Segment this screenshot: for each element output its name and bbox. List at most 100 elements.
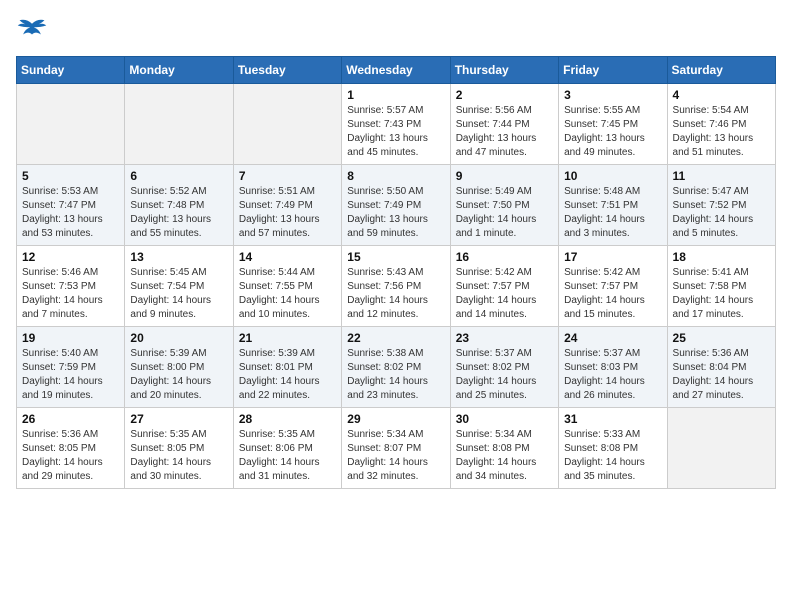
day-info: Sunrise: 5:51 AM Sunset: 7:49 PM Dayligh… xyxy=(239,185,336,241)
weekday-header-saturday: Saturday xyxy=(667,57,775,84)
day-info: Sunrise: 5:57 AM Sunset: 7:43 PM Dayligh… xyxy=(347,104,444,160)
logo-icon xyxy=(16,16,48,44)
day-info: Sunrise: 5:42 AM Sunset: 7:57 PM Dayligh… xyxy=(456,266,553,322)
day-info: Sunrise: 5:56 AM Sunset: 7:44 PM Dayligh… xyxy=(456,104,553,160)
weekday-header-monday: Monday xyxy=(125,57,233,84)
day-info: Sunrise: 5:44 AM Sunset: 7:55 PM Dayligh… xyxy=(239,266,336,322)
weekday-header-sunday: Sunday xyxy=(17,57,125,84)
day-info: Sunrise: 5:52 AM Sunset: 7:48 PM Dayligh… xyxy=(130,185,227,241)
calendar-cell xyxy=(233,84,341,165)
calendar-header-row: SundayMondayTuesdayWednesdayThursdayFrid… xyxy=(17,57,776,84)
day-number: 18 xyxy=(673,250,770,264)
day-info: Sunrise: 5:45 AM Sunset: 7:54 PM Dayligh… xyxy=(130,266,227,322)
calendar-cell: 6Sunrise: 5:52 AM Sunset: 7:48 PM Daylig… xyxy=(125,165,233,246)
weekday-header-thursday: Thursday xyxy=(450,57,558,84)
day-info: Sunrise: 5:35 AM Sunset: 8:06 PM Dayligh… xyxy=(239,428,336,484)
day-number: 25 xyxy=(673,331,770,345)
weekday-header-wednesday: Wednesday xyxy=(342,57,450,84)
day-info: Sunrise: 5:48 AM Sunset: 7:51 PM Dayligh… xyxy=(564,185,661,241)
calendar-week-row: 19 Sunrise: 5:40 AM Sunset: 7:59 PM Dayli… xyxy=(17,327,776,408)
calendar-table: SundayMondayTuesdayWednesdayThursdayFrid… xyxy=(16,56,776,489)
calendar-cell xyxy=(125,84,233,165)
page-header xyxy=(16,16,776,44)
day-info: Sunrise: 5:36 AM Sunset: 8:04 PM Dayligh… xyxy=(673,347,770,403)
day-number: 20 xyxy=(130,331,227,345)
calendar-cell: 23 Sunrise: 5:37 AM Sunset: 8:02 PM Dayli… xyxy=(450,327,558,408)
calendar-cell: 8Sunrise: 5:50 AM Sunset: 7:49 PM Daylig… xyxy=(342,165,450,246)
day-number: 9 xyxy=(456,169,553,183)
day-number: 14 xyxy=(239,250,336,264)
day-info: Sunrise: 5:53 AM Sunset: 7:47 PM Dayligh… xyxy=(22,185,119,241)
day-info: Sunrise: 5:39 AM Sunset: 8:00 PM Dayligh… xyxy=(130,347,227,403)
calendar-cell: 24 Sunrise: 5:37 AM Sunset: 8:03 PM Dayli… xyxy=(559,327,667,408)
calendar-cell: 12Sunrise: 5:46 AM Sunset: 7:53 PM Dayli… xyxy=(17,246,125,327)
calendar-cell: 31 Sunrise: 5:33 AM Sunset: 8:08 PM Dayli… xyxy=(559,408,667,489)
day-info: Sunrise: 5:35 AM Sunset: 8:05 PM Dayligh… xyxy=(130,428,227,484)
day-info: Sunrise: 5:41 AM Sunset: 7:58 PM Dayligh… xyxy=(673,266,770,322)
calendar-cell: 27 Sunrise: 5:35 AM Sunset: 8:05 PM Dayli… xyxy=(125,408,233,489)
calendar-cell: 15 Sunrise: 5:43 AM Sunset: 7:56 PM Dayli… xyxy=(342,246,450,327)
weekday-header-friday: Friday xyxy=(559,57,667,84)
day-info: Sunrise: 5:34 AM Sunset: 8:08 PM Dayligh… xyxy=(456,428,553,484)
calendar-cell: 14 Sunrise: 5:44 AM Sunset: 7:55 PM Dayli… xyxy=(233,246,341,327)
calendar-week-row: 1 Sunrise: 5:57 AM Sunset: 7:43 PM Daylig… xyxy=(17,84,776,165)
day-number: 4 xyxy=(673,88,770,102)
calendar-cell: 30 Sunrise: 5:34 AM Sunset: 8:08 PM Dayli… xyxy=(450,408,558,489)
day-number: 7 xyxy=(239,169,336,183)
calendar-week-row: 26 Sunrise: 5:36 AM Sunset: 8:05 PM Dayli… xyxy=(17,408,776,489)
day-number: 30 xyxy=(456,412,553,426)
day-number: 13 xyxy=(130,250,227,264)
logo xyxy=(16,16,52,44)
calendar-cell: 26 Sunrise: 5:36 AM Sunset: 8:05 PM Dayli… xyxy=(17,408,125,489)
day-number: 10 xyxy=(564,169,661,183)
calendar-week-row: 12Sunrise: 5:46 AM Sunset: 7:53 PM Dayli… xyxy=(17,246,776,327)
day-number: 23 xyxy=(456,331,553,345)
calendar-cell: 22Sunrise: 5:38 AM Sunset: 8:02 PM Dayli… xyxy=(342,327,450,408)
day-number: 2 xyxy=(456,88,553,102)
day-number: 27 xyxy=(130,412,227,426)
day-number: 15 xyxy=(347,250,444,264)
day-number: 3 xyxy=(564,88,661,102)
day-info: Sunrise: 5:47 AM Sunset: 7:52 PM Dayligh… xyxy=(673,185,770,241)
calendar-cell: 4 Sunrise: 5:54 AM Sunset: 7:46 PM Daylig… xyxy=(667,84,775,165)
day-info: Sunrise: 5:36 AM Sunset: 8:05 PM Dayligh… xyxy=(22,428,119,484)
calendar-cell: 21 Sunrise: 5:39 AM Sunset: 8:01 PM Dayli… xyxy=(233,327,341,408)
calendar-cell: 1 Sunrise: 5:57 AM Sunset: 7:43 PM Daylig… xyxy=(342,84,450,165)
day-number: 19 xyxy=(22,331,119,345)
calendar-cell: 2 Sunrise: 5:56 AM Sunset: 7:44 PM Daylig… xyxy=(450,84,558,165)
day-number: 24 xyxy=(564,331,661,345)
day-number: 11 xyxy=(673,169,770,183)
calendar-cell: 19 Sunrise: 5:40 AM Sunset: 7:59 PM Dayli… xyxy=(17,327,125,408)
day-info: Sunrise: 5:37 AM Sunset: 8:03 PM Dayligh… xyxy=(564,347,661,403)
calendar-cell: 25 Sunrise: 5:36 AM Sunset: 8:04 PM Dayli… xyxy=(667,327,775,408)
day-info: Sunrise: 5:39 AM Sunset: 8:01 PM Dayligh… xyxy=(239,347,336,403)
day-info: Sunrise: 5:37 AM Sunset: 8:02 PM Dayligh… xyxy=(456,347,553,403)
day-info: Sunrise: 5:33 AM Sunset: 8:08 PM Dayligh… xyxy=(564,428,661,484)
day-info: Sunrise: 5:40 AM Sunset: 7:59 PM Dayligh… xyxy=(22,347,119,403)
day-number: 26 xyxy=(22,412,119,426)
day-number: 16 xyxy=(456,250,553,264)
day-info: Sunrise: 5:34 AM Sunset: 8:07 PM Dayligh… xyxy=(347,428,444,484)
calendar-cell xyxy=(17,84,125,165)
calendar-cell: 18 Sunrise: 5:41 AM Sunset: 7:58 PM Dayli… xyxy=(667,246,775,327)
calendar-cell: 5 Sunrise: 5:53 AM Sunset: 7:47 PM Daylig… xyxy=(17,165,125,246)
day-number: 5 xyxy=(22,169,119,183)
day-number: 21 xyxy=(239,331,336,345)
weekday-header-tuesday: Tuesday xyxy=(233,57,341,84)
calendar-cell: 28 Sunrise: 5:35 AM Sunset: 8:06 PM Dayli… xyxy=(233,408,341,489)
day-number: 12 xyxy=(22,250,119,264)
calendar-cell: 17Sunrise: 5:42 AM Sunset: 7:57 PM Dayli… xyxy=(559,246,667,327)
day-number: 28 xyxy=(239,412,336,426)
day-number: 1 xyxy=(347,88,444,102)
day-info: Sunrise: 5:42 AM Sunset: 7:57 PM Dayligh… xyxy=(564,266,661,322)
calendar-cell: 29Sunrise: 5:34 AM Sunset: 8:07 PM Dayli… xyxy=(342,408,450,489)
day-info: Sunrise: 5:55 AM Sunset: 7:45 PM Dayligh… xyxy=(564,104,661,160)
day-info: Sunrise: 5:49 AM Sunset: 7:50 PM Dayligh… xyxy=(456,185,553,241)
day-info: Sunrise: 5:43 AM Sunset: 7:56 PM Dayligh… xyxy=(347,266,444,322)
day-number: 31 xyxy=(564,412,661,426)
day-info: Sunrise: 5:38 AM Sunset: 8:02 PM Dayligh… xyxy=(347,347,444,403)
calendar-cell: 16 Sunrise: 5:42 AM Sunset: 7:57 PM Dayli… xyxy=(450,246,558,327)
day-info: Sunrise: 5:54 AM Sunset: 7:46 PM Dayligh… xyxy=(673,104,770,160)
calendar-cell: 7 Sunrise: 5:51 AM Sunset: 7:49 PM Daylig… xyxy=(233,165,341,246)
calendar-cell xyxy=(667,408,775,489)
